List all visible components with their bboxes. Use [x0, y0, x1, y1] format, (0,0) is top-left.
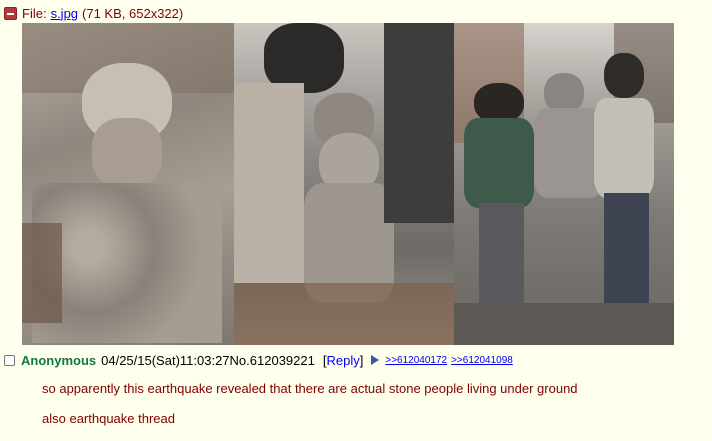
- image-panel-man: [234, 23, 454, 345]
- hide-post-minus-icon[interactable]: [4, 6, 17, 20]
- post-datetime: 04/25/15(Sat)11:03:27: [101, 352, 230, 368]
- post-message-line: so apparently this earthquake revealed t…: [42, 381, 578, 396]
- post-message-line: also earthquake thread: [42, 411, 175, 426]
- file-info: File: s.jpg (71 KB, 652x322): [4, 5, 183, 21]
- poster-name: Anonymous: [21, 352, 97, 368]
- post-select-checkbox[interactable]: [4, 354, 15, 366]
- reply-bracket-close: ]: [359, 352, 364, 368]
- post-header: Anonymous 04/25/15(Sat)11:03:27 No.61203…: [4, 352, 517, 368]
- post-image[interactable]: [22, 23, 674, 345]
- backlink[interactable]: >>612041098: [451, 355, 513, 366]
- post-menu-triangle-icon[interactable]: [371, 355, 380, 365]
- image-panel-rubble: [22, 23, 234, 345]
- file-prefix: File:: [22, 5, 47, 21]
- backlink[interactable]: >>612040172: [385, 355, 447, 366]
- post-number[interactable]: No.612039221: [230, 353, 315, 368]
- file-link[interactable]: s.jpg: [51, 6, 78, 21]
- reply-control: [Reply]: [323, 353, 364, 368]
- file-meta: (71 KB, 652x322): [82, 5, 184, 21]
- image-panel-street: [454, 23, 674, 345]
- reply-link[interactable]: Reply: [326, 353, 359, 368]
